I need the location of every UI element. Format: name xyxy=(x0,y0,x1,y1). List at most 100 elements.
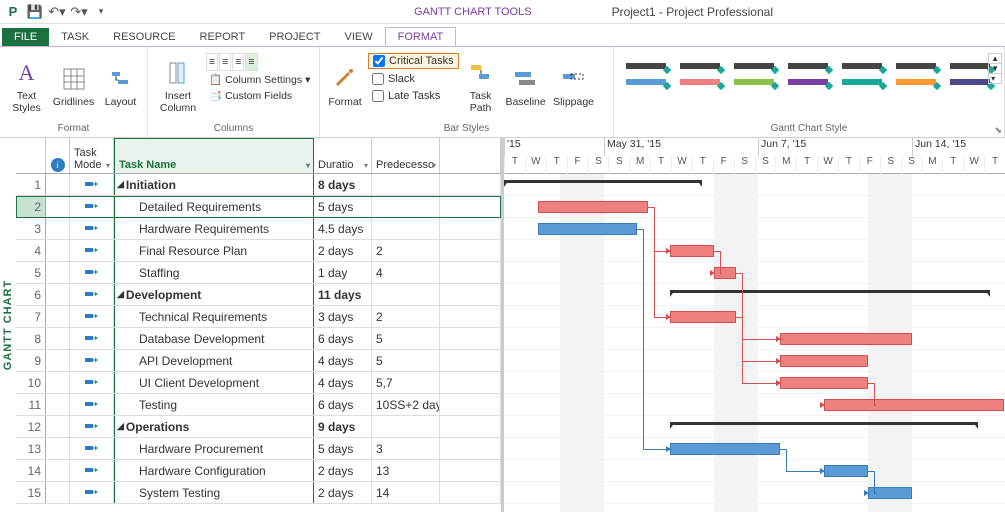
format-button[interactable]: Format xyxy=(324,51,366,121)
cell-duration[interactable]: 2 days xyxy=(314,482,372,503)
header-task-name[interactable]: Task Name xyxy=(114,138,314,173)
cell-blank[interactable] xyxy=(440,196,501,217)
header-task-mode[interactable]: Task Mode xyxy=(70,138,114,173)
cell-blank[interactable] xyxy=(440,262,501,283)
grid-row[interactable]: 14Hardware Configuration2 days13 xyxy=(16,460,501,482)
header-rownum[interactable] xyxy=(16,138,46,173)
row-number[interactable]: 15 xyxy=(16,482,46,503)
cell-info[interactable] xyxy=(46,240,70,261)
style-swatch[interactable] xyxy=(784,53,832,95)
cell-info[interactable] xyxy=(46,372,70,393)
cell-task-name[interactable]: UI Client Development xyxy=(114,372,314,393)
cell-blank[interactable] xyxy=(440,460,501,481)
style-swatch[interactable] xyxy=(892,53,940,95)
style-swatch[interactable] xyxy=(622,53,670,95)
redo-icon[interactable]: ↷▾ xyxy=(70,3,88,21)
header-info[interactable]: i xyxy=(46,138,70,173)
cell-mode[interactable] xyxy=(70,460,114,481)
save-icon[interactable]: 💾 xyxy=(26,3,44,21)
cell-predecessors[interactable]: 3 xyxy=(372,438,440,459)
cell-info[interactable] xyxy=(46,328,70,349)
cell-info[interactable] xyxy=(46,460,70,481)
cell-task-name[interactable]: Database Development xyxy=(114,328,314,349)
task-bar[interactable] xyxy=(780,355,868,367)
cell-duration[interactable]: 2 days xyxy=(314,460,372,481)
gallery-up-button[interactable]: ▲ xyxy=(989,54,1001,64)
cell-blank[interactable] xyxy=(440,416,501,437)
insert-column-button[interactable]: Insert Column xyxy=(152,51,204,121)
row-number[interactable]: 6 xyxy=(16,284,46,305)
column-settings-button[interactable]: 📋 Column Settings ▾ xyxy=(206,72,313,87)
align-center-button[interactable]: ≡ xyxy=(219,53,231,71)
cell-blank[interactable] xyxy=(440,438,501,459)
cell-predecessors[interactable]: 14 xyxy=(372,482,440,503)
cell-blank[interactable] xyxy=(440,240,501,261)
row-number[interactable]: 1 xyxy=(16,174,46,195)
summary-bar[interactable] xyxy=(504,180,702,183)
cell-blank[interactable] xyxy=(440,306,501,327)
cell-predecessors[interactable]: 5,7 xyxy=(372,372,440,393)
cell-predecessors[interactable]: 5 xyxy=(372,350,440,371)
cell-duration[interactable]: 4 days xyxy=(314,350,372,371)
cell-info[interactable] xyxy=(46,262,70,283)
cell-info[interactable] xyxy=(46,482,70,503)
cell-task-name[interactable]: API Development xyxy=(114,350,314,371)
cell-predecessors[interactable] xyxy=(372,196,440,217)
cell-mode[interactable] xyxy=(70,328,114,349)
grid-row[interactable]: 8Database Development6 days5 xyxy=(16,328,501,350)
cell-predecessors[interactable]: 4 xyxy=(372,262,440,283)
cell-blank[interactable] xyxy=(440,482,501,503)
tab-format[interactable]: FORMAT xyxy=(385,27,457,46)
row-number[interactable]: 3 xyxy=(16,218,46,239)
tab-view[interactable]: VIEW xyxy=(332,28,384,46)
layout-button[interactable]: Layout xyxy=(98,51,143,121)
cell-duration[interactable]: 6 days xyxy=(314,394,372,415)
cell-info[interactable] xyxy=(46,174,70,195)
task-bar[interactable] xyxy=(780,377,868,389)
task-bar[interactable] xyxy=(670,443,780,455)
cell-mode[interactable] xyxy=(70,262,114,283)
header-blank[interactable] xyxy=(440,138,501,173)
cell-duration[interactable]: 4.5 days xyxy=(314,218,372,239)
cell-info[interactable] xyxy=(46,350,70,371)
cell-info[interactable] xyxy=(46,284,70,305)
cell-predecessors[interactable] xyxy=(372,174,440,195)
collapse-icon[interactable]: ◢ xyxy=(117,421,124,432)
grid-row[interactable]: 12◢ Operations9 days xyxy=(16,416,501,438)
cell-task-name[interactable]: Hardware Procurement xyxy=(114,438,314,459)
cell-mode[interactable] xyxy=(70,196,114,217)
cell-duration[interactable]: 5 days xyxy=(314,196,372,217)
grid-row[interactable]: 11Testing6 days10SS+2 days, xyxy=(16,394,501,416)
align-right-button[interactable]: ≡ xyxy=(232,53,244,71)
cell-task-name[interactable]: Detailed Requirements xyxy=(114,196,314,217)
cell-duration[interactable]: 3 days xyxy=(314,306,372,327)
gantt-chart[interactable]: '15May 31, '15Jun 7, '15Jun 14, '15 TWTF… xyxy=(504,138,1005,512)
cell-task-name[interactable]: System Testing xyxy=(114,482,314,503)
cell-duration[interactable]: 6 days xyxy=(314,328,372,349)
cell-blank[interactable] xyxy=(440,328,501,349)
gallery-down-button[interactable]: ▼ xyxy=(989,64,1001,74)
collapse-icon[interactable]: ◢ xyxy=(117,179,124,190)
task-bar[interactable] xyxy=(538,223,637,235)
cell-task-name[interactable]: Hardware Requirements xyxy=(114,218,314,239)
cell-mode[interactable] xyxy=(70,218,114,239)
cell-mode[interactable] xyxy=(70,350,114,371)
cell-duration[interactable]: 11 days xyxy=(314,284,372,305)
cell-duration[interactable]: 4 days xyxy=(314,372,372,393)
cell-task-name[interactable]: ◢ Development xyxy=(114,284,314,305)
cell-mode[interactable] xyxy=(70,174,114,195)
cell-info[interactable] xyxy=(46,438,70,459)
cell-predecessors[interactable]: 2 xyxy=(372,306,440,327)
task-bar[interactable] xyxy=(824,465,868,477)
grid-row[interactable]: 1◢ Initiation8 days xyxy=(16,174,501,196)
cell-task-name[interactable]: Testing xyxy=(114,394,314,415)
cell-predecessors[interactable] xyxy=(372,218,440,239)
custom-fields-button[interactable]: 📑 Custom Fields xyxy=(206,88,313,103)
grid-row[interactable]: 3 Hardware Requirements4.5 days xyxy=(16,218,501,240)
cell-task-name[interactable]: Final Resource Plan xyxy=(114,240,314,261)
grid-row[interactable]: 9API Development4 days5 xyxy=(16,350,501,372)
task-bar[interactable] xyxy=(670,245,714,257)
task-bar[interactable] xyxy=(714,267,736,279)
summary-bar[interactable] xyxy=(670,290,990,293)
gridlines-button[interactable]: Gridlines xyxy=(51,51,96,121)
